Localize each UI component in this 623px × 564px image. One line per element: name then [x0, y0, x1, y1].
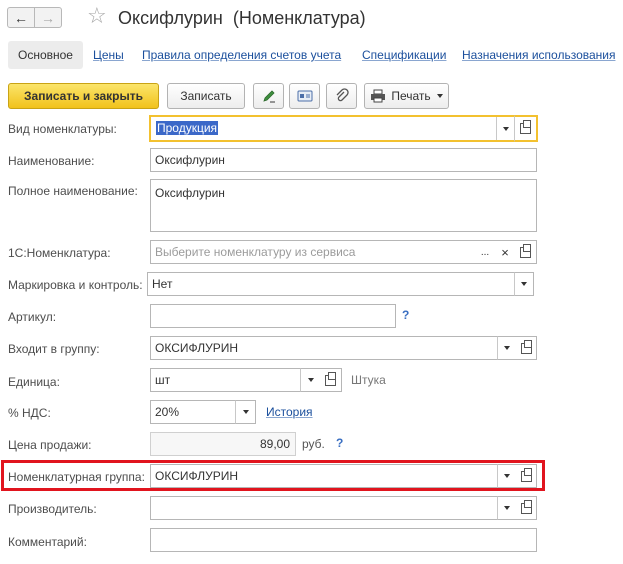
chevron-down-icon: [521, 282, 527, 286]
nom-group-open-button[interactable]: [516, 464, 537, 488]
vid-label: Вид номенклатуры:: [8, 122, 117, 136]
producer-field[interactable]: [150, 496, 498, 520]
group-open-button[interactable]: [516, 336, 537, 360]
print-dropdown-button[interactable]: Печать: [364, 83, 449, 109]
back-button[interactable]: ←: [7, 7, 35, 28]
group-field[interactable]: ОКСИФЛУРИН: [150, 336, 498, 360]
producer-dropdown-button[interactable]: [497, 496, 517, 520]
open-form-icon: [325, 371, 336, 386]
nomenclature-1c-placeholder: Выберите номенклатуру из сервиса: [155, 245, 356, 259]
name-field[interactable]: Оксифлурин: [150, 148, 537, 172]
vid-open-button[interactable]: [514, 115, 538, 142]
printer-icon: [371, 89, 386, 103]
forward-arrow-icon: →: [41, 9, 55, 26]
chevron-down-icon: [503, 126, 509, 131]
tab-prices[interactable]: Цены: [93, 41, 124, 69]
vat-label: % НДС:: [8, 406, 51, 420]
open-form-icon: [520, 339, 532, 354]
nomenclature-1c-select-button[interactable]: ...: [475, 240, 496, 264]
name-label: Наименование:: [8, 154, 95, 168]
producer-open-button[interactable]: [516, 496, 537, 520]
comment-label: Комментарий:: [8, 535, 87, 549]
open-form-icon: [520, 467, 532, 482]
marking-label: Маркировка и контроль:: [8, 278, 143, 292]
tab-specifications[interactable]: Спецификации: [362, 41, 446, 69]
chevron-down-icon: [307, 378, 314, 382]
paperclip-icon: [336, 88, 349, 102]
unit-open-button[interactable]: [320, 368, 342, 392]
card-view-button[interactable]: [289, 83, 320, 109]
vat-field[interactable]: 20%: [150, 400, 236, 424]
back-arrow-icon: ←: [14, 9, 28, 26]
open-form-icon: [520, 499, 532, 514]
nomenclature-1c-label: 1С:Номенклатура:: [8, 246, 111, 260]
print-label: Печать: [391, 89, 431, 103]
comment-field[interactable]: [150, 528, 537, 552]
vat-dropdown-button[interactable]: [235, 400, 256, 424]
save-and-close-button[interactable]: Записать и закрыть: [8, 83, 159, 109]
open-form-icon: [520, 243, 531, 258]
price-help-icon[interactable]: ?: [336, 436, 343, 450]
group-dropdown-button[interactable]: [497, 336, 517, 360]
producer-label: Производитель:: [8, 502, 97, 516]
vid-field[interactable]: Продукция: [149, 115, 515, 142]
unit-hint: Штука: [351, 373, 386, 387]
marking-field[interactable]: Нет: [147, 272, 515, 296]
vat-history-link[interactable]: История: [266, 405, 313, 419]
nom-group-label: Номенклатурная группа:: [8, 470, 145, 484]
window-title: Оксифлурин (Номенклатура): [118, 8, 366, 28]
price-currency: руб.: [302, 437, 325, 451]
full-name-field[interactable]: Оксифлурин: [150, 179, 537, 232]
favorite-star-icon[interactable]: ☆: [87, 3, 107, 29]
tab-account-rules[interactable]: Правила определения счетов учета: [142, 41, 341, 69]
marking-dropdown-button[interactable]: [514, 272, 534, 296]
forward-button[interactable]: →: [34, 7, 62, 28]
article-field[interactable]: [150, 304, 396, 328]
price-label: Цена продажи:: [8, 438, 92, 452]
unit-dropdown-button[interactable]: [300, 368, 321, 392]
price-field[interactable]: 89,00: [150, 432, 296, 456]
nom-group-field[interactable]: ОКСИФЛУРИН: [150, 464, 498, 488]
article-label: Артикул:: [8, 310, 57, 324]
article-help-icon[interactable]: ?: [402, 308, 409, 322]
tab-main[interactable]: Основное: [8, 41, 83, 69]
open-form-icon: [520, 120, 531, 134]
chevron-down-icon: [242, 410, 249, 414]
clear-icon: ×: [501, 244, 509, 260]
save-button[interactable]: Записать: [167, 83, 245, 109]
ellipsis-icon: ...: [480, 246, 490, 258]
nomenclature-1c-clear-button[interactable]: ×: [495, 240, 516, 264]
pen-check-icon: [262, 90, 275, 103]
chevron-down-icon: [504, 346, 510, 350]
edit-button[interactable]: [253, 83, 284, 109]
full-name-label: Полное наименование:: [8, 184, 138, 198]
tab-usage-assignments[interactable]: Назначения использования: [462, 41, 615, 69]
unit-label: Единица:: [8, 375, 60, 389]
unit-field[interactable]: шт: [150, 368, 301, 392]
vid-dropdown-button[interactable]: [496, 117, 515, 140]
chevron-down-icon: [436, 94, 443, 98]
attach-button[interactable]: [326, 83, 357, 109]
nomenclature-1c-open-button[interactable]: [515, 240, 537, 264]
vid-value: Продукция: [156, 121, 219, 135]
card-icon: [297, 90, 312, 102]
nom-group-dropdown-button[interactable]: [497, 464, 517, 488]
chevron-down-icon: [504, 474, 510, 478]
chevron-down-icon: [504, 506, 510, 510]
group-label: Входит в группу:: [8, 342, 100, 356]
nomenclature-1c-field[interactable]: Выберите номенклатуру из сервиса: [150, 240, 476, 264]
